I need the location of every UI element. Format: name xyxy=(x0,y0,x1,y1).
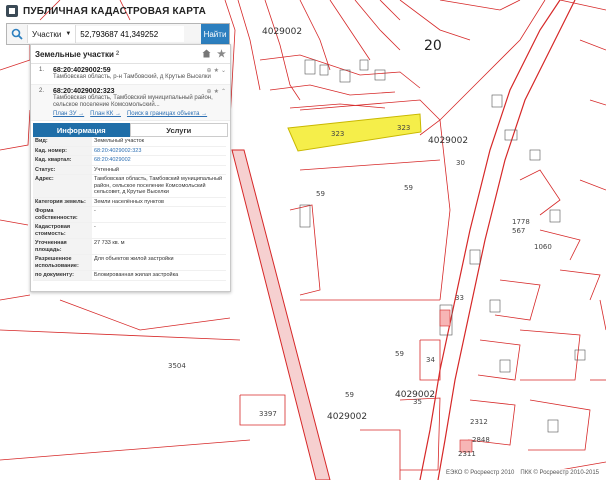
info-value: Блокированная жилая застройка xyxy=(92,270,226,281)
info-value: Для объектов жилой застройки xyxy=(92,254,226,271)
info-row: Вид: Земельный участок xyxy=(33,137,226,147)
search-icon[interactable] xyxy=(7,24,27,44)
rosreestr-logo-icon[interactable] xyxy=(6,5,18,17)
map-label: 59 xyxy=(345,391,354,399)
map-label: 323 xyxy=(331,130,345,138)
map-label: 567 xyxy=(512,227,526,235)
info-key: Кад. номер: xyxy=(33,146,92,156)
home-icon[interactable] xyxy=(202,49,211,60)
map-label: 4029002 xyxy=(327,412,368,422)
search-input[interactable] xyxy=(76,26,185,42)
map-label: 2311 xyxy=(458,450,476,458)
info-key: Уточненная площадь: xyxy=(33,238,92,255)
results-panel: Земельные участки 2 ★ 1. 68:20:4029002:5… xyxy=(30,44,231,292)
map-label: 34 xyxy=(426,356,435,364)
info-key: Форма собственности: xyxy=(33,206,92,223)
plan-zu-link[interactable]: План ЗУ → xyxy=(53,111,84,117)
search-type-select[interactable]: Участки ▼ xyxy=(27,25,77,43)
info-key: Разрешенное использование: xyxy=(33,254,92,271)
info-row: Кад. квартал: 68:20:4029002 xyxy=(33,155,226,166)
result-item-1[interactable]: 1. 68:20:4029002:59 Тамбовская область, … xyxy=(31,64,230,85)
info-value: Земли населённых пунктов xyxy=(92,197,226,207)
results-count: 2 xyxy=(115,51,120,57)
info-key: Кадастровая стоимость: xyxy=(33,222,92,239)
tab-services[interactable]: Услуги xyxy=(129,123,228,137)
copyright-eeko: ЕЭКО © Росреестр 2010 xyxy=(446,470,515,476)
info-value: 27 733 кв. м xyxy=(92,238,226,255)
info-row: Адрес: Тамбовская область, Тамбовский мун… xyxy=(33,174,226,198)
zoom-icon[interactable]: ⊕ xyxy=(207,88,212,95)
info-value: Земельный участок xyxy=(92,137,226,147)
result-number: 2. xyxy=(39,88,45,94)
map-label: 2848 xyxy=(472,436,490,444)
info-row: Статус: Учтенный xyxy=(33,165,226,175)
map-label: 1778 xyxy=(512,218,530,226)
panel-heading-label: Земельные участки xyxy=(35,49,114,59)
info-row: Кад. номер: 68:20:4029002:323 xyxy=(33,146,226,156)
map-label: 59 xyxy=(316,190,325,198)
chevron-down-icon: ▼ xyxy=(65,31,72,37)
info-table: Вид: Земельный участок Кад. номер: 68:20:40… xyxy=(33,137,226,281)
info-row: Категория земель: Земли населённых пункто… xyxy=(33,197,226,207)
info-key: Кад. квартал: xyxy=(33,155,92,166)
chevron-up-icon[interactable]: ⌃ xyxy=(221,88,226,95)
map-label: 1060 xyxy=(534,243,552,251)
star-icon[interactable]: ★ xyxy=(217,49,226,60)
map-label: 4029002 xyxy=(428,136,469,146)
map-label: 20 xyxy=(424,38,442,54)
result-item-2[interactable]: 2. 68:20:4029002:323 Тамбовская область,… xyxy=(31,85,230,121)
info-value[interactable]: 68:20:4029002 xyxy=(92,155,226,166)
find-button[interactable]: Найти xyxy=(201,24,229,44)
map-label: 4029002 xyxy=(262,27,303,37)
map-label: 33 xyxy=(455,294,464,302)
header: ПУБЛИЧНАЯ КАДАСТРОВАЯ КАРТА xyxy=(0,0,240,22)
page-title: ПУБЛИЧНАЯ КАДАСТРОВАЯ КАРТА xyxy=(23,5,207,17)
info-value: Тамбовская область, Тамбовский муниципал… xyxy=(92,174,226,198)
info-key: Адрес: xyxy=(33,174,92,198)
info-value: - xyxy=(92,222,226,239)
copyright-pkk: ПКК © Росреестр 2010-2015 xyxy=(520,470,599,476)
zoom-icon[interactable]: ⊕ xyxy=(207,67,212,74)
info-row: Кадастровая стоимость: - xyxy=(33,222,226,239)
result-number: 1. xyxy=(39,67,45,73)
search-bar: Участки ▼ Найти xyxy=(6,23,230,45)
info-row: Разрешенное использование: Для объектов ж… xyxy=(33,254,226,271)
map-label: 2312 xyxy=(470,418,488,426)
search-type-label: Участки xyxy=(32,29,62,39)
info-row: по документу: Блокированная жилая застрой… xyxy=(33,270,226,281)
panel-heading: Земельные участки 2 ★ xyxy=(31,45,230,64)
result-address: Тамбовская область, Тамбовский муниципал… xyxy=(53,95,213,108)
map-label: 323 xyxy=(397,124,411,132)
star-icon[interactable]: ★ xyxy=(214,67,219,74)
info-key: Категория земель: xyxy=(33,197,92,207)
info-value: - xyxy=(92,206,226,223)
result-cadastral-number[interactable]: 68:20:4029002:59 xyxy=(53,67,224,74)
map-label: 30 xyxy=(456,159,465,167)
info-value: Учтенный xyxy=(92,165,226,175)
result-address: Тамбовская область, р-н Тамбовский, д Кр… xyxy=(53,74,211,80)
map-label: 59 xyxy=(404,184,413,192)
map-label: 35 xyxy=(413,398,422,406)
info-key: Вид: xyxy=(33,137,92,147)
result-links: План ЗУ → План КК → Поиск в границах объ… xyxy=(53,111,224,117)
info-row: Уточненная площадь: 27 733 кв. м xyxy=(33,238,226,255)
search-in-bounds-link[interactable]: Поиск в границах объекта → xyxy=(127,111,207,117)
result-cadastral-number[interactable]: 68:20:4029002:323 xyxy=(53,88,224,95)
info-key: Статус: xyxy=(33,165,92,175)
info-key: по документу: xyxy=(33,270,92,281)
star-icon[interactable]: ★ xyxy=(214,88,219,95)
chevron-down-icon[interactable]: ⌄ xyxy=(221,67,226,74)
map-label: 3397 xyxy=(259,410,277,418)
info-row: Форма собственности: - xyxy=(33,206,226,223)
tab-information[interactable]: Информация xyxy=(33,123,130,137)
map-footer: ЕЭКО © Росреестр 2010 ПКК © Росреестр 20… xyxy=(443,469,602,477)
info-tabs: Информация Услуги xyxy=(33,123,228,137)
plan-kk-link[interactable]: План КК → xyxy=(90,111,121,117)
map-label: 59 xyxy=(395,350,404,358)
map-label: 3504 xyxy=(168,362,186,370)
info-value[interactable]: 68:20:4029002:323 xyxy=(92,146,226,156)
